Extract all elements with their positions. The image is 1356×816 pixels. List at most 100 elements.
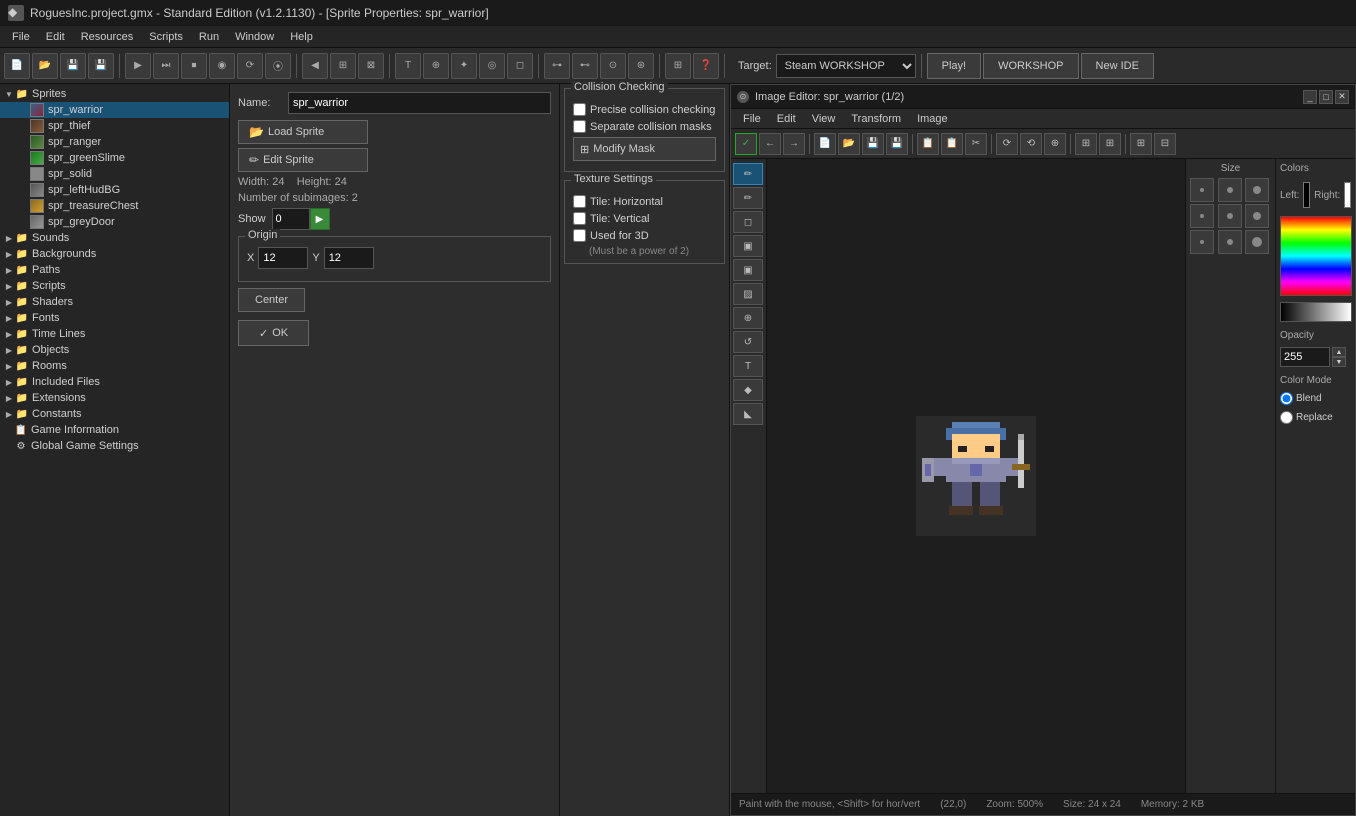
toolbar-new[interactable]: 📄: [4, 53, 30, 79]
img-toolbar-open[interactable]: 📂: [838, 133, 860, 155]
size-md-lg[interactable]: [1245, 204, 1269, 228]
sidebar-item-scripts[interactable]: ▶ 📁 Scripts: [0, 278, 229, 294]
toolbar-b9[interactable]: ✦: [451, 53, 477, 79]
sidebar-item-spr-solid[interactable]: spr_solid: [0, 166, 229, 182]
tool-text[interactable]: T: [733, 355, 763, 377]
size-sm-md[interactable]: [1218, 178, 1242, 202]
sidebar-item-timelines[interactable]: ▶ 📁 Time Lines: [0, 326, 229, 342]
sidebar-item-sprites[interactable]: ▼ 📁 Sprites: [0, 86, 229, 102]
sidebar-item-extensions[interactable]: ▶ 📁 Extensions: [0, 390, 229, 406]
img-toolbar-redo[interactable]: →: [783, 133, 805, 155]
sidebar-item-spr-door[interactable]: spr_greyDoor: [0, 214, 229, 230]
right-color-swatch[interactable]: [1344, 182, 1351, 208]
used-3d-checkbox[interactable]: [573, 229, 586, 242]
toolbar-play[interactable]: ▶: [125, 53, 151, 79]
menu-edit[interactable]: Edit: [38, 29, 73, 45]
sidebar-item-included-files[interactable]: ▶ 📁 Included Files: [0, 374, 229, 390]
img-menu-image[interactable]: Image: [909, 112, 956, 126]
img-toolbar-undo[interactable]: ←: [759, 133, 781, 155]
toolbar-b17[interactable]: ❓: [693, 53, 719, 79]
tool-pencil[interactable]: ✏: [733, 163, 763, 185]
sidebar-item-spr-lefthud[interactable]: spr_leftHudBG: [0, 182, 229, 198]
img-toolbar-copy[interactable]: 📋: [917, 133, 939, 155]
separate-masks-checkbox[interactable]: [573, 120, 586, 133]
tool-hatch[interactable]: ▨: [733, 283, 763, 305]
menu-scripts[interactable]: Scripts: [141, 29, 191, 45]
menu-help[interactable]: Help: [282, 29, 321, 45]
size-sm-lg[interactable]: [1245, 178, 1269, 202]
precise-collision-checkbox[interactable]: [573, 103, 586, 116]
sidebar-item-objects[interactable]: ▶ 📁 Objects: [0, 342, 229, 358]
load-sprite-button[interactable]: 📂 Load Sprite: [238, 120, 368, 144]
opacity-up[interactable]: ▲: [1332, 347, 1346, 357]
size-lg-sm[interactable]: [1190, 230, 1214, 254]
tool-fill[interactable]: ▣: [733, 235, 763, 257]
toolbar-b7[interactable]: T: [395, 53, 421, 79]
win-close[interactable]: ✕: [1335, 90, 1349, 104]
img-toolbar-cut[interactable]: ✂: [965, 133, 987, 155]
toolbar-b2[interactable]: ⟳: [237, 53, 263, 79]
tool-rect[interactable]: ▣: [733, 259, 763, 281]
toolbar-save2[interactable]: 💾: [88, 53, 114, 79]
gray-bar[interactable]: [1280, 302, 1352, 322]
size-md-md[interactable]: [1218, 204, 1242, 228]
menu-file[interactable]: File: [4, 29, 38, 45]
toolbar-b15[interactable]: ⊛: [628, 53, 654, 79]
toolbar-b13[interactable]: ⊷: [572, 53, 598, 79]
opacity-input[interactable]: [1280, 347, 1330, 367]
img-toolbar-new[interactable]: 📄: [814, 133, 836, 155]
img-toolbar-b4[interactable]: ⊞: [1075, 133, 1097, 155]
tile-h-checkbox[interactable]: [573, 195, 586, 208]
play-button[interactable]: Play!: [927, 53, 981, 79]
menu-run[interactable]: Run: [191, 29, 227, 45]
img-toolbar-save2[interactable]: 💾: [886, 133, 908, 155]
sidebar-item-spr-warrior[interactable]: spr_warrior: [0, 102, 229, 118]
canvas-area[interactable]: [767, 159, 1185, 793]
sidebar-item-spr-chest[interactable]: spr_treasureChest: [0, 198, 229, 214]
sidebar-item-spr-greenslime[interactable]: spr_greenSlime: [0, 150, 229, 166]
left-color-swatch[interactable]: [1303, 182, 1310, 208]
tool-rotate[interactable]: ⊕: [733, 307, 763, 329]
toolbar-save[interactable]: 💾: [60, 53, 86, 79]
edit-sprite-button[interactable]: ✏ Edit Sprite: [238, 148, 368, 172]
x-input[interactable]: [258, 247, 308, 269]
workshop-button[interactable]: WORKSHOP: [983, 53, 1078, 79]
win-restore[interactable]: □: [1319, 90, 1333, 104]
img-toolbar-paste[interactable]: 📋: [941, 133, 963, 155]
toolbar-open[interactable]: 📂: [32, 53, 58, 79]
img-toolbar-b1[interactable]: ⟳: [996, 133, 1018, 155]
sidebar-item-constants[interactable]: ▶ 📁 Constants: [0, 406, 229, 422]
toolbar-b4[interactable]: ◀: [302, 53, 328, 79]
sidebar-item-backgrounds[interactable]: ▶ 📁 Backgrounds: [0, 246, 229, 262]
toolbar-b6[interactable]: ⊠: [358, 53, 384, 79]
replace-radio[interactable]: [1280, 411, 1293, 424]
toolbar-b8[interactable]: ⊕: [423, 53, 449, 79]
size-sm-sm[interactable]: [1190, 178, 1214, 202]
sidebar-item-fonts[interactable]: ▶ 📁 Fonts: [0, 310, 229, 326]
tool-diamond[interactable]: ◆: [733, 379, 763, 401]
img-toolbar-b3[interactable]: ⊕: [1044, 133, 1066, 155]
sidebar-item-spr-ranger[interactable]: spr_ranger: [0, 134, 229, 150]
target-select[interactable]: Steam WORKSHOP: [776, 54, 916, 78]
tile-v-checkbox[interactable]: [573, 212, 586, 225]
sidebar-item-rooms[interactable]: ▶ 📁 Rooms: [0, 358, 229, 374]
img-toolbar-b5[interactable]: ⊞: [1099, 133, 1121, 155]
tool-corner[interactable]: ◣: [733, 403, 763, 425]
sidebar-item-shaders[interactable]: ▶ 📁 Shaders: [0, 294, 229, 310]
show-input[interactable]: [272, 208, 310, 230]
toolbar-b14[interactable]: ⊙: [600, 53, 626, 79]
img-toolbar-confirm[interactable]: ✓: [735, 133, 757, 155]
toolbar-b12[interactable]: ⊶: [544, 53, 570, 79]
size-lg-md[interactable]: [1218, 230, 1242, 254]
center-button[interactable]: Center: [238, 288, 305, 312]
size-lg-lg[interactable]: [1245, 230, 1269, 254]
toolbar-b5[interactable]: ⊞: [330, 53, 356, 79]
menu-window[interactable]: Window: [227, 29, 282, 45]
img-menu-transform[interactable]: Transform: [843, 112, 909, 126]
sidebar-item-game-info[interactable]: 📋 Game Information: [0, 422, 229, 438]
ok-button[interactable]: ✓ OK: [238, 320, 309, 346]
toolbar-b1[interactable]: ◉: [209, 53, 235, 79]
img-menu-view[interactable]: View: [804, 112, 844, 126]
win-minimize[interactable]: _: [1303, 90, 1317, 104]
toolbar-b11[interactable]: ◻: [507, 53, 533, 79]
